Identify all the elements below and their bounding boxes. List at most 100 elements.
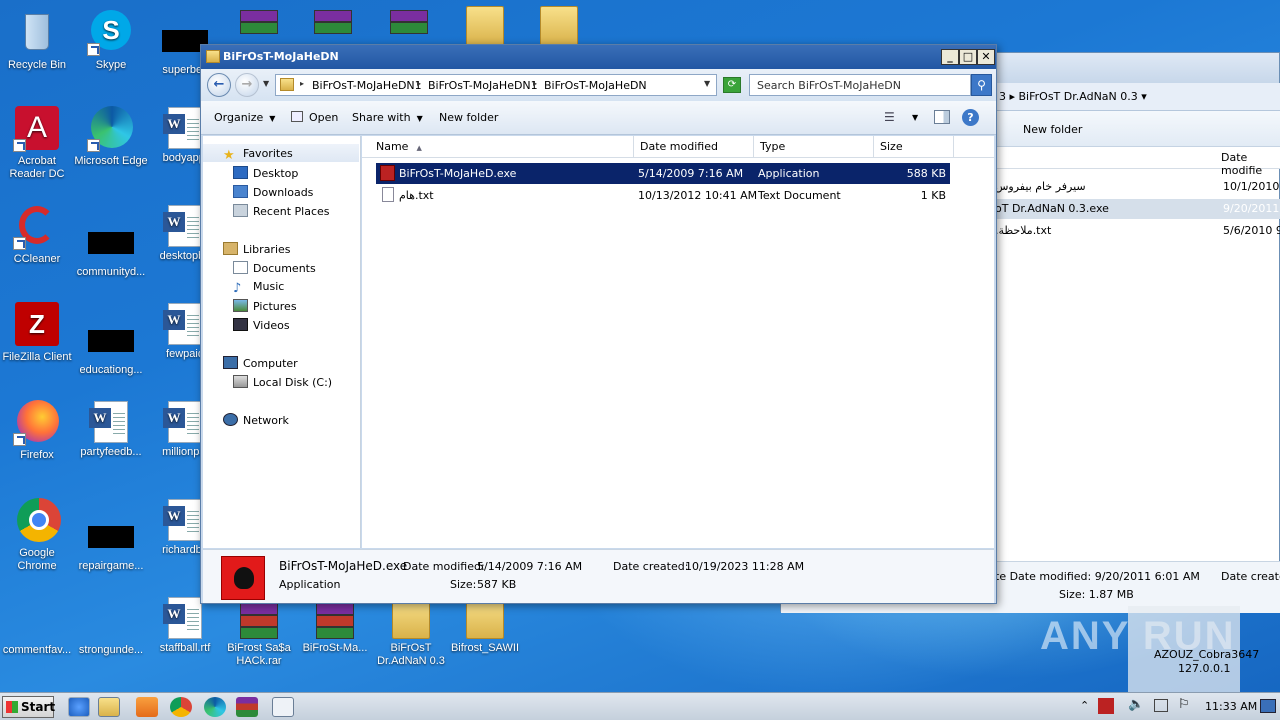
notepad-icon[interactable]	[272, 697, 294, 717]
view-dropdown-chevron-icon[interactable]: ▼	[912, 113, 918, 122]
column-header-size[interactable]: Size	[874, 136, 954, 158]
details-size-value: 587 KB	[477, 578, 517, 591]
preview-pane-icon[interactable]	[934, 110, 950, 124]
desktop-icon-partyfeedb[interactable]: W partyfeedb...	[74, 398, 148, 459]
organize-menu[interactable]: Organize ▼	[214, 111, 275, 124]
desktop-icon-bifrost-sasa-hack[interactable]: BiFrost Sa$a HACk.rar	[222, 594, 296, 668]
desktop-icon-strongunde[interactable]: strongunde...	[74, 620, 148, 657]
nav-item-network[interactable]: Network	[223, 413, 289, 427]
view-options-icon[interactable]: ☰	[884, 110, 895, 124]
back-button[interactable]: ←	[207, 73, 231, 97]
search-input[interactable]: Search BiFrOsT-MoJaHeDN	[749, 74, 971, 96]
window-titlebar[interactable]: BiFrOsT-MoJaHeDN _ □ ✕	[201, 45, 996, 69]
start-button[interactable]: Start	[2, 696, 55, 718]
internet-explorer-icon[interactable]	[68, 697, 90, 717]
explorer-window[interactable]: BiFrOsT-MoJaHeDN _ □ ✕ ← → ▼ ▸ BiFrOsT-M…	[200, 44, 997, 604]
new-folder-button[interactable]: New folder	[439, 111, 498, 124]
nav-item-documents[interactable]: Documents	[233, 261, 316, 275]
winrar-archive-icon[interactable]	[386, 2, 432, 42]
libraries-icon	[223, 242, 238, 255]
breadcrumb-separator-icon[interactable]: ▸	[533, 79, 537, 88]
open-button[interactable]: Open	[291, 111, 338, 124]
winrar-archive-icon[interactable]	[236, 2, 282, 42]
help-icon[interactable]: ?	[962, 109, 979, 126]
volume-icon[interactable]: 🔈	[1128, 697, 1144, 712]
folder-icon[interactable]	[466, 6, 504, 46]
desktop-icon-filezilla[interactable]: Z FileZilla Client	[0, 300, 74, 364]
desktop-icon-skype[interactable]: S Skype	[74, 8, 148, 72]
desktop-icon-commentfav[interactable]: commentfav...	[0, 620, 74, 657]
breadcrumb-separator-icon[interactable]: ▸	[417, 79, 421, 88]
desktop-icon-educationg[interactable]: educationg...	[74, 316, 148, 377]
table-row[interactable]: هام.txt 10/13/2012 10:41 AM Text Documen…	[376, 185, 950, 206]
breadcrumb-item[interactable]: BiFrOsT-MoJaHeDN1	[428, 79, 538, 92]
documents-icon	[233, 261, 248, 274]
desktop-icon-recycle-bin[interactable]: Recycle Bin	[0, 8, 74, 72]
address-box[interactable]: ▸ BiFrOsT-MoJaHeDN1 ▸ BiFrOsT-MoJaHeDN1 …	[275, 74, 717, 96]
edge-icon	[87, 104, 135, 152]
forward-button[interactable]: →	[235, 73, 259, 97]
desktop-icon-communityd[interactable]: communityd...	[74, 218, 148, 279]
desktop-icon-repairgame[interactable]: repairgame...	[74, 512, 148, 573]
nav-item-videos[interactable]: Videos	[233, 318, 290, 332]
word-document-icon: W	[163, 107, 202, 149]
minimize-button[interactable]: _	[941, 49, 959, 65]
network-tray-icon[interactable]	[1154, 699, 1168, 712]
list-item[interactable]: .ملاحظة.txt 5/6/2010 9:	[995, 221, 1280, 241]
desktop-icon-ccleaner[interactable]: CCleaner	[0, 202, 74, 266]
desktop-icon-firefox[interactable]: Firefox	[0, 398, 74, 462]
nav-item-libraries[interactable]: Libraries	[223, 242, 291, 256]
chrome-icon[interactable]	[170, 697, 192, 717]
nav-item-computer[interactable]: Computer	[223, 356, 298, 370]
winrar-archive-icon[interactable]	[310, 2, 356, 42]
breadcrumb-item[interactable]: BiFrOsT-MoJaHeDN1	[312, 79, 422, 92]
nav-item-desktop[interactable]: Desktop	[233, 166, 298, 180]
column-header-date[interactable]: Date modified	[634, 136, 754, 158]
nav-item-music[interactable]: ♪ Music	[233, 280, 284, 296]
nav-item-recent-places[interactable]: Recent Places	[233, 204, 330, 218]
folder-icon[interactable]	[540, 6, 578, 46]
tray-app-icon[interactable]	[1098, 698, 1114, 714]
maximize-button[interactable]: □	[959, 49, 977, 65]
background-window-breadcrumb[interactable]: 3 ▸ BiFrOsT Dr.AdNaN 0.3 ▾	[999, 90, 1147, 103]
recent-pages-chevron-icon[interactable]: ▼	[263, 79, 269, 88]
window-title: BiFrOsT-MoJaHeDN	[223, 50, 339, 63]
nav-item-pictures[interactable]: Pictures	[233, 299, 297, 313]
column-header-date[interactable]: Date modifie	[1221, 151, 1280, 177]
address-dropdown-chevron-icon[interactable]: ▼	[704, 79, 710, 88]
windows-explorer-icon[interactable]	[98, 697, 120, 717]
search-icon[interactable]: ⚲	[971, 74, 992, 96]
share-with-menu[interactable]: Share with ▼	[352, 111, 423, 124]
winrar-icon[interactable]	[236, 697, 258, 717]
clock[interactable]: 11:33 AM	[1205, 700, 1257, 713]
recycle-bin-icon	[13, 8, 61, 56]
desktop-icon-acrobat[interactable]: A Acrobat Reader DC	[0, 104, 74, 181]
desktop-icon-chrome[interactable]: Google Chrome	[0, 496, 74, 573]
nav-item-local-disk[interactable]: Local Disk (C:)	[233, 375, 332, 389]
table-row[interactable]: BiFrOsT-MoJaHeD.exe 5/14/2009 7:16 AM Ap…	[376, 163, 950, 184]
desktop-icon-edge[interactable]: Microsoft Edge	[74, 104, 148, 168]
chrome-icon	[13, 496, 61, 544]
breadcrumb-separator-icon[interactable]: ▸	[300, 79, 304, 88]
refresh-button[interactable]: ⟳	[723, 77, 741, 93]
redacted-thumbnail	[88, 330, 134, 352]
column-header-type[interactable]: Type	[754, 136, 874, 158]
background-window-new-folder-button[interactable]: New folder	[1023, 123, 1082, 136]
nav-item-favorites[interactable]: ★ Favorites	[223, 147, 293, 163]
column-header-name[interactable]: Name ▲	[370, 136, 634, 158]
action-center-flag-icon[interactable]: ⚐	[1178, 697, 1190, 712]
desktop-icon	[233, 166, 248, 179]
nav-item-downloads[interactable]: Downloads	[233, 185, 313, 199]
list-item[interactable]: oT Dr.AdNaN 0.3.exe 9/20/2011 6	[995, 199, 1280, 219]
show-desktop-icon[interactable]	[1260, 699, 1276, 713]
media-player-icon[interactable]	[136, 697, 158, 717]
background-window-column-header: Date modifie	[995, 147, 1280, 177]
breadcrumb-item[interactable]: BiFrOsT-MoJaHeDN	[544, 79, 647, 92]
desktop-icon-bifrost-dradnan[interactable]: BiFrOsT Dr.AdNaN 0.3	[374, 594, 448, 668]
close-button[interactable]: ✕	[977, 49, 995, 65]
word-document-icon: W	[89, 401, 128, 443]
list-item[interactable]: سيرفر خام بيفروس 10/1/2010 5	[995, 177, 1280, 197]
details-modified-label: Date modified:	[403, 560, 485, 573]
show-hidden-icons-chevron-icon[interactable]: ⌃	[1080, 699, 1089, 712]
edge-icon[interactable]	[204, 697, 226, 717]
